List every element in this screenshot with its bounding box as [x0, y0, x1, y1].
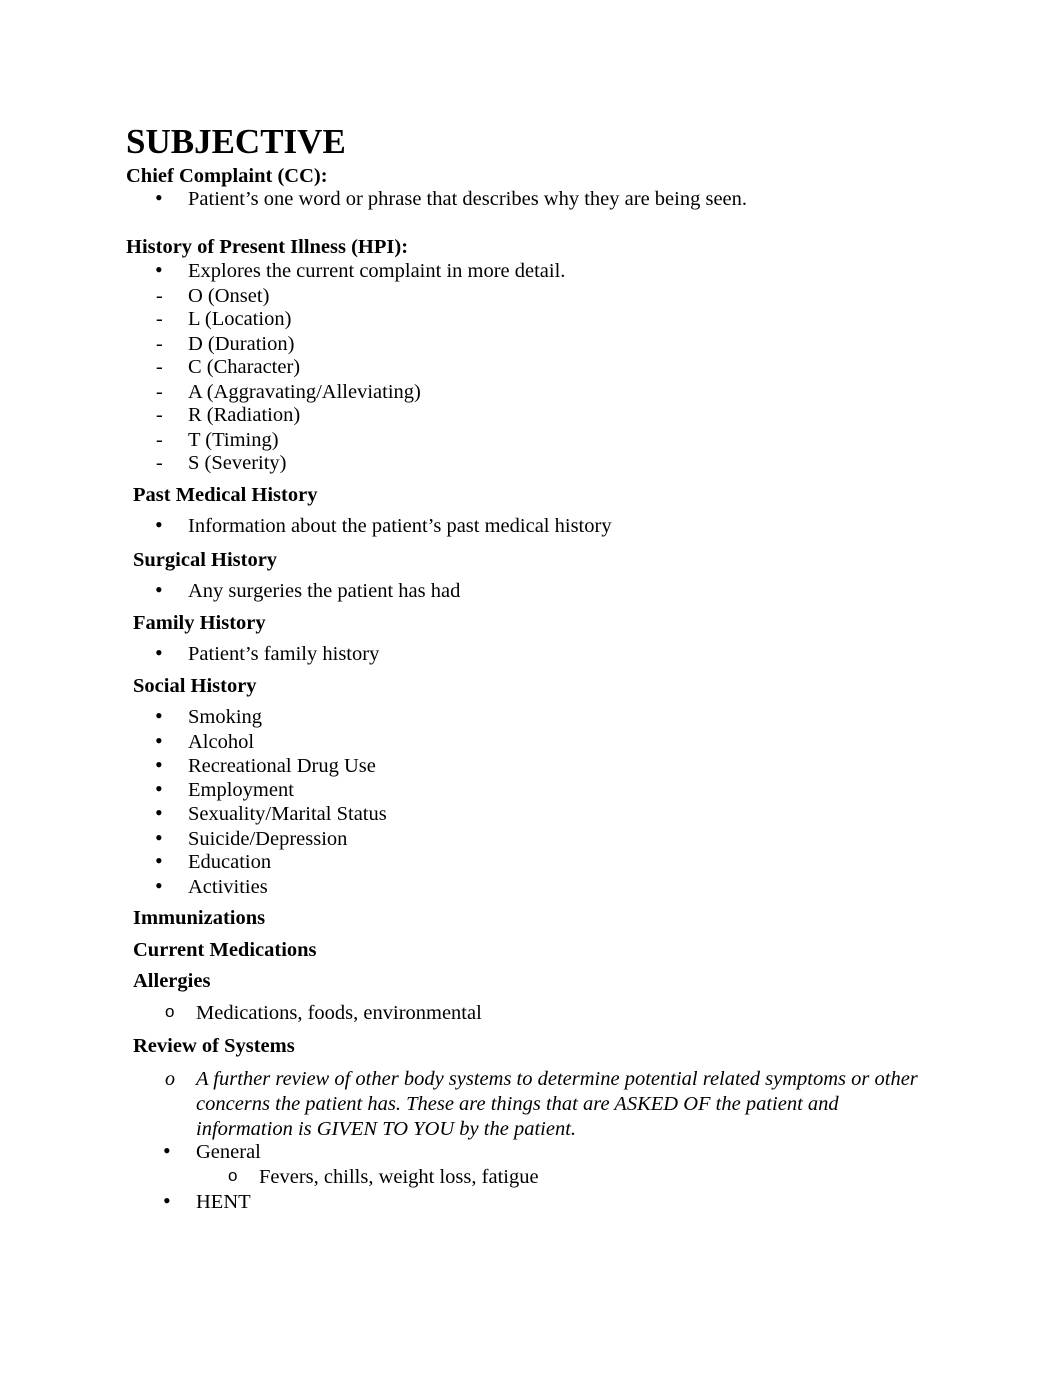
- section-heading-review-of-systems: Review of Systems: [133, 1035, 295, 1057]
- list-item: Education: [188, 851, 272, 873]
- ros-description-line: concerns the patient has. These are thin…: [196, 1093, 839, 1115]
- list-item: D (Duration): [188, 333, 295, 355]
- bullet-icon: •: [155, 185, 163, 210]
- dash-icon: -: [156, 285, 163, 307]
- dash-icon: -: [156, 333, 163, 355]
- section-heading-immunizations: Immunizations: [133, 907, 266, 929]
- bullet-icon: •: [155, 728, 163, 753]
- bullet-icon: •: [155, 825, 163, 850]
- list-item: Employment: [188, 779, 294, 801]
- circle-bullet-icon: o: [165, 1002, 175, 1021]
- circle-bullet-icon: o: [228, 1166, 238, 1185]
- ros-description-line: information is GIVEN TO YOU by the patie…: [196, 1118, 577, 1140]
- bullet-icon: •: [155, 577, 163, 602]
- list-item-system: General: [196, 1141, 261, 1163]
- list-item: Patient’s family history: [188, 643, 380, 665]
- dash-icon: -: [156, 452, 163, 474]
- list-item: A (Aggravating/Alleviating): [188, 381, 421, 403]
- list-item: Patient’s one word or phrase that descri…: [188, 188, 748, 210]
- list-item-system: HENT: [196, 1191, 251, 1213]
- section-heading-allergies: Allergies: [133, 970, 211, 992]
- bullet-icon: •: [155, 848, 163, 873]
- list-item: O (Onset): [188, 285, 270, 307]
- dash-icon: -: [156, 356, 163, 378]
- list-item: S (Severity): [188, 452, 287, 474]
- list-item: Explores the current complaint in more d…: [188, 260, 566, 282]
- list-item: T (Timing): [188, 429, 279, 451]
- section-heading-hpi: History of Present Illness (HPI):: [126, 236, 409, 258]
- list-item: Information about the patient’s past med…: [188, 515, 612, 537]
- list-item: Recreational Drug Use: [188, 755, 376, 777]
- bullet-icon: •: [155, 512, 163, 537]
- section-heading-current-medications: Current Medications: [133, 939, 317, 961]
- ros-description-line: A further review of other body systems t…: [196, 1068, 918, 1090]
- list-item: Medications, foods, environmental: [196, 1002, 482, 1024]
- list-item: C (Character): [188, 356, 301, 378]
- bullet-icon: •: [163, 1138, 171, 1163]
- list-item: Activities: [188, 876, 268, 898]
- list-item: Suicide/Depression: [188, 828, 348, 850]
- bullet-icon: •: [155, 873, 163, 898]
- list-item: Sexuality/Marital Status: [188, 803, 387, 825]
- bullet-icon: •: [163, 1188, 171, 1213]
- circle-bullet-icon: o: [165, 1068, 175, 1090]
- bullet-icon: •: [155, 752, 163, 777]
- dash-icon: -: [156, 429, 163, 451]
- section-heading-past-medical-history: Past Medical History: [133, 484, 318, 506]
- dash-icon: -: [156, 381, 163, 403]
- list-item: Any surgeries the patient has had: [188, 580, 461, 602]
- bullet-icon: •: [155, 800, 163, 825]
- bullet-icon: •: [155, 776, 163, 801]
- dash-icon: -: [156, 404, 163, 426]
- list-item: R (Radiation): [188, 404, 301, 426]
- list-item: L (Location): [188, 308, 292, 330]
- bullet-icon: •: [155, 257, 163, 282]
- list-item-detail: Fevers, chills, weight loss, fatigue: [259, 1166, 539, 1188]
- bullet-icon: •: [155, 703, 163, 728]
- bullet-icon: •: [155, 640, 163, 665]
- list-item: Smoking: [188, 706, 263, 728]
- list-item: Alcohol: [188, 731, 255, 753]
- section-heading-social-history: Social History: [133, 675, 257, 697]
- page-title: SUBJECTIVE: [126, 122, 346, 161]
- section-heading-family-history: Family History: [133, 612, 266, 634]
- dash-icon: -: [156, 308, 163, 330]
- section-heading-surgical-history: Surgical History: [133, 549, 278, 571]
